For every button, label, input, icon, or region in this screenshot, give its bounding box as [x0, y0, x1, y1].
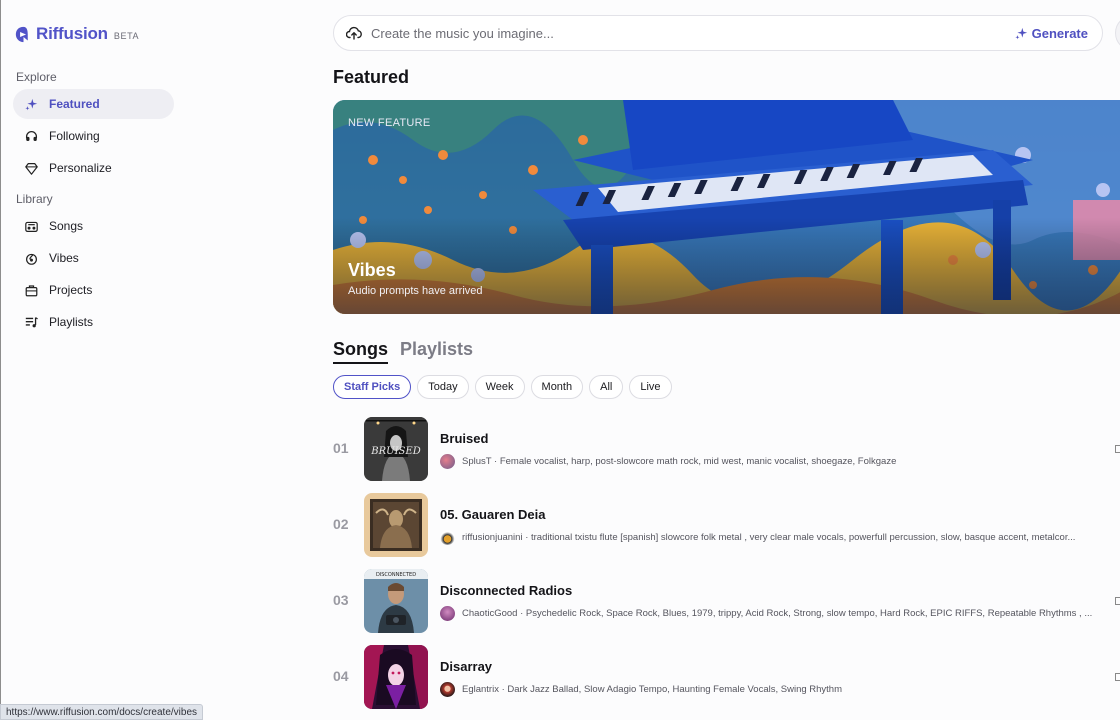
more-options-icon[interactable]: [1115, 673, 1120, 681]
song-cover-art[interactable]: BRUISED: [364, 417, 428, 481]
more-options-icon[interactable]: [1115, 445, 1120, 453]
song-cover-art[interactable]: [364, 493, 428, 557]
tab-playlists[interactable]: Playlists: [400, 339, 473, 364]
sidebar-item-personalize[interactable]: Personalize: [13, 153, 174, 183]
song-description: SplusT · Female vocalist, harp, post-slo…: [462, 456, 897, 467]
sidebar-item-featured[interactable]: Featured: [13, 89, 174, 119]
account-button[interactable]: [1115, 15, 1120, 51]
sidebar-item-label: Personalize: [49, 161, 112, 175]
user-avatar[interactable]: [440, 682, 455, 697]
filter-month[interactable]: Month: [530, 375, 584, 399]
sidebar-item-label: Featured: [49, 97, 100, 111]
sidebar-item-songs[interactable]: Songs: [13, 211, 174, 241]
song-row[interactable]: 03 DISCONNECTED Disconnected Radios Chao…: [333, 569, 1120, 635]
filter-live[interactable]: Live: [629, 375, 672, 399]
featured-banner[interactable]: NEW FEATURE Vibes Audio prompts have arr…: [333, 100, 1120, 314]
user-avatar[interactable]: [440, 454, 455, 469]
song-rank: 02: [333, 516, 349, 532]
song-rank: 03: [333, 592, 349, 608]
status-bar-url: https://www.riffusion.com/docs/create/vi…: [0, 704, 204, 720]
song-title[interactable]: Disconnected Radios: [440, 583, 572, 598]
sidebar-item-label: Songs: [49, 219, 84, 233]
create-prompt-bar[interactable]: Generate: [333, 15, 1103, 51]
brand-name: Riffusion: [36, 24, 108, 43]
svg-text:BRUISED: BRUISED: [370, 446, 420, 457]
sparkle-icon: [1015, 27, 1027, 39]
song-title[interactable]: Bruised: [440, 431, 488, 446]
banner-artwork: [333, 100, 1120, 314]
song-title[interactable]: 05. Gauaren Deia: [440, 507, 546, 522]
generate-label: Generate: [1031, 25, 1088, 41]
sidebar: Riffusion BETA Explore Featured Followin…: [0, 0, 190, 720]
sidebar-item-projects[interactable]: Projects: [13, 275, 174, 305]
song-meta: Eglantrix · Dark Jazz Ballad, Slow Adagi…: [440, 682, 1110, 697]
song-title[interactable]: Disarray: [440, 659, 492, 674]
briefcase-icon: [24, 283, 38, 297]
song-cover-art[interactable]: DISCONNECTED: [364, 569, 428, 633]
boombox-icon: [24, 219, 38, 233]
song-row[interactable]: 01 BRUISED Bruised SplusT · Female vocal…: [333, 417, 1120, 483]
library-section-label: Library: [16, 192, 53, 206]
filter-today[interactable]: Today: [417, 375, 469, 399]
sidebar-item-playlists[interactable]: Playlists: [13, 307, 174, 337]
prompt-input[interactable]: [371, 25, 1015, 41]
svg-text:DISCONNECTED: DISCONNECTED: [376, 572, 416, 578]
time-filter-group: Staff Picks Today Week Month All Live: [333, 375, 678, 399]
filter-staff-picks[interactable]: Staff Picks: [333, 375, 412, 399]
user-avatar[interactable]: [440, 530, 455, 545]
headphones-icon: [24, 129, 38, 143]
song-cover-art[interactable]: [364, 645, 428, 709]
sidebar-item-label: Following: [49, 129, 100, 143]
content-tabs: Songs Playlists: [333, 339, 485, 364]
song-rank: 01: [333, 440, 349, 456]
gem-icon: [24, 161, 38, 175]
generate-button[interactable]: Generate: [1015, 26, 1088, 41]
tab-songs[interactable]: Songs: [333, 339, 389, 364]
riffusion-logo-icon: [15, 26, 28, 42]
song-meta: SplusT · Female vocalist, harp, post-slo…: [440, 454, 1110, 469]
vibes-icon: [24, 251, 38, 265]
cloud-upload-icon[interactable]: [346, 25, 362, 41]
sidebar-item-following[interactable]: Following: [13, 121, 174, 151]
song-row[interactable]: 04 Disarray Eglantrix · Dark Jazz Ballad…: [333, 645, 1120, 711]
featured-heading: Featured: [333, 67, 410, 87]
beta-badge: BETA: [113, 30, 140, 41]
song-description: riffusionjuanini · traditional txistu fl…: [462, 532, 1076, 543]
banner-eyebrow: NEW FEATURE: [348, 117, 431, 129]
banner-subtitle: Audio prompts have arrived: [348, 285, 483, 297]
sidebar-item-label: Vibes: [49, 251, 79, 265]
song-row[interactable]: 02 05. Gauaren Deia riffusionjuanini · t…: [333, 493, 1120, 559]
more-options-icon[interactable]: [1115, 597, 1120, 605]
filter-all[interactable]: All: [589, 375, 624, 399]
user-avatar[interactable]: [440, 606, 455, 621]
filter-week[interactable]: Week: [474, 375, 525, 399]
sidebar-item-label: Playlists: [49, 315, 94, 329]
explore-section-label: Explore: [16, 70, 57, 84]
song-rank: 04: [333, 668, 349, 684]
song-description: ChaoticGood · Psychedelic Rock, Space Ro…: [462, 608, 1093, 619]
song-description: Eglantrix · Dark Jazz Ballad, Slow Adagi…: [462, 684, 843, 695]
brand-logo[interactable]: Riffusion BETA: [15, 24, 139, 44]
sparkle-icon: [24, 97, 38, 111]
sidebar-item-label: Projects: [49, 283, 93, 297]
sidebar-item-vibes[interactable]: Vibes: [13, 243, 174, 273]
song-meta: ChaoticGood · Psychedelic Rock, Space Ro…: [440, 606, 1110, 621]
playlist-icon: [24, 315, 38, 329]
banner-title: Vibes: [348, 260, 396, 280]
song-meta: riffusionjuanini · traditional txistu fl…: [440, 530, 1110, 545]
